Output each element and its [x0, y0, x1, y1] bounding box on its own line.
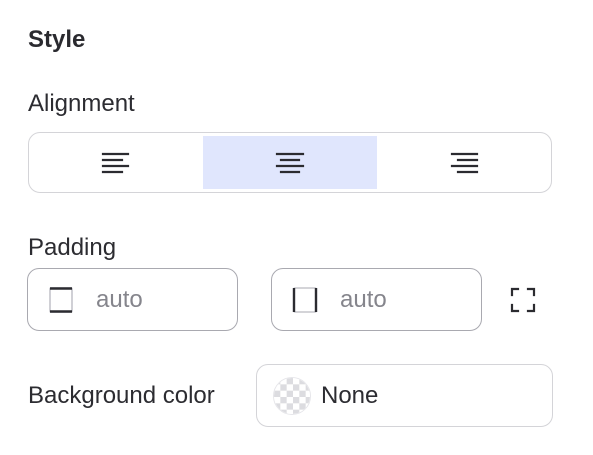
align-left-icon — [101, 152, 130, 173]
align-center-icon — [275, 152, 305, 173]
alignment-label: Alignment — [28, 90, 135, 117]
padding-horizontal-input[interactable]: auto — [271, 268, 482, 331]
padding-vertical-input[interactable]: auto — [27, 268, 238, 331]
padding-label: Padding — [28, 234, 117, 261]
padding-all-sides-icon — [510, 287, 536, 313]
align-right-icon — [450, 152, 479, 173]
padding-vertical-value: auto — [96, 285, 143, 313]
padding-horizontal-icon — [292, 286, 318, 313]
padding-all-sides-button[interactable] — [508, 285, 538, 315]
align-center-button[interactable] — [203, 136, 377, 189]
align-left-button[interactable] — [29, 136, 203, 189]
panel-title: Style — [28, 26, 86, 53]
padding-horizontal-value: auto — [340, 285, 387, 313]
padding-vertical-icon — [48, 286, 74, 313]
background-color-label: Background color — [28, 382, 215, 409]
background-color-picker[interactable]: None — [256, 364, 553, 427]
transparent-checkerboard-icon — [273, 376, 311, 415]
align-right-button[interactable] — [377, 136, 551, 189]
background-color-value: None — [321, 381, 379, 409]
alignment-segmented-control — [28, 132, 552, 193]
